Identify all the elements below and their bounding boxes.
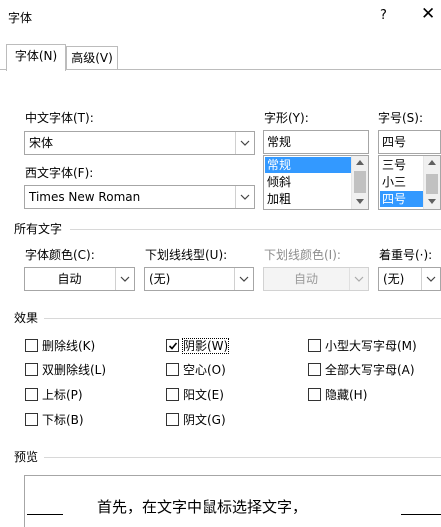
western-font-combo[interactable]: Times New Roman [24,185,255,209]
font-size-option[interactable]: 三号 [380,157,423,173]
section-divider [44,318,441,319]
chevron-down-icon[interactable] [235,186,254,208]
font-size-label: 字号(S): [378,111,424,125]
font-size-input[interactable]: 四号 [378,130,441,154]
scrollbar-thumb[interactable] [354,171,366,193]
outline-label[interactable]: 空心(O) [183,363,226,377]
font-style-scrollbar[interactable] [351,156,368,209]
underline-style-label: 下划线线型(U): [145,248,228,262]
font-color-value: 自动 [57,272,82,286]
underline-color-combo: 自动 [263,267,369,291]
all-text-section-title: 所有文字 [14,222,63,236]
emphasis-mark-combo[interactable]: (无) [378,267,441,291]
tab-advanced-label: 高级(V) [71,51,113,65]
tab-font[interactable]: 字体(N) [6,44,66,71]
section-divider [70,229,441,230]
emboss-checkbox[interactable] [166,388,179,401]
check-icon [168,342,178,350]
all-caps-checkbox[interactable] [308,363,321,376]
tab-font-label: 字体(N) [14,49,58,63]
underline-color-value: 自动 [293,272,318,286]
font-style-option[interactable]: 常规 [265,157,351,173]
western-font-label: 西文字体(F): [25,166,94,180]
preview-baseline-left [27,514,63,515]
preview-text: 首先，在文字中鼠标选择文字， [97,498,308,516]
emboss-label[interactable]: 阳文(E) [183,388,224,402]
help-button[interactable]: ? [380,8,387,23]
strikethrough-label[interactable]: 删除线(K) [42,339,95,353]
font-style-option[interactable]: 倾斜 [265,174,351,190]
shadow-checkbox[interactable] [166,339,179,352]
strikethrough-checkbox[interactable] [25,339,38,352]
chinese-font-value: 宋体 [29,136,54,150]
emphasis-mark-label: 着重号(·): [379,248,433,262]
font-style-option[interactable]: 加粗 [265,191,351,207]
western-font-value: Times New Roman [29,190,141,204]
hidden-checkbox[interactable] [308,388,321,401]
preview-box: 首先，在文字中鼠标选择文字， [24,475,441,527]
emphasis-mark-value: (无) [383,272,405,286]
scrollbar-thumb[interactable] [426,174,438,194]
chevron-down-icon[interactable] [421,268,440,290]
font-color-label: 字体颜色(C): [25,248,95,262]
scroll-up-icon[interactable] [424,156,440,170]
scroll-down-icon[interactable] [352,195,368,209]
tab-bar: 字体(N) 高级(V) [0,34,441,71]
chinese-font-label: 中文字体(T): [25,111,94,125]
chinese-font-combo[interactable]: 宋体 [24,131,255,155]
font-style-input[interactable]: 常规 [263,130,369,154]
all-caps-label[interactable]: 全部大写字母(A) [325,363,415,377]
shadow-label[interactable]: 阴影(W) [181,338,230,354]
chevron-down-icon[interactable] [234,268,253,290]
small-caps-checkbox[interactable] [308,339,321,352]
double-strikethrough-checkbox[interactable] [25,363,38,376]
font-size-option[interactable]: 四号 [380,191,423,207]
small-caps-label[interactable]: 小型大写字母(M) [325,339,417,353]
font-style-label: 字形(Y): [264,111,309,125]
superscript-label[interactable]: 上标(P) [42,388,83,402]
double-strikethrough-label[interactable]: 双删除线(L) [42,363,106,377]
engrave-label[interactable]: 阴文(G) [183,413,226,427]
superscript-checkbox[interactable] [25,388,38,401]
underline-color-label: 下划线颜色(I): [264,248,341,262]
subscript-checkbox[interactable] [25,413,38,426]
font-style-value: 常规 [267,135,292,149]
subscript-label[interactable]: 下标(B) [42,413,84,427]
preview-baseline-right [401,514,441,515]
font-size-value: 四号 [382,135,407,149]
section-divider [44,457,441,458]
effects-section-title: 效果 [14,311,39,325]
chevron-down-icon[interactable] [115,268,134,290]
engrave-checkbox[interactable] [166,413,179,426]
title-bar: 字体 ? ✕ [0,0,441,34]
font-size-list[interactable]: 三号 小三 四号 [378,155,441,210]
font-size-option[interactable]: 小三 [380,174,423,190]
hidden-label[interactable]: 隐藏(H) [325,388,367,402]
chevron-down-icon[interactable] [235,132,254,154]
font-size-scrollbar[interactable] [423,156,440,209]
underline-style-combo[interactable]: (无) [144,267,254,291]
tab-advanced[interactable]: 高级(V) [66,46,118,70]
dialog-title: 字体 [8,11,33,25]
font-style-list[interactable]: 常规 倾斜 加粗 [263,155,369,210]
close-button[interactable]: ✕ [421,5,435,23]
preview-section-title: 预览 [14,450,39,464]
chevron-down-icon [349,268,368,290]
outline-checkbox[interactable] [166,363,179,376]
scroll-up-icon[interactable] [352,156,368,170]
underline-style-value: (无) [149,272,171,286]
font-tab-panel: 中文字体(T): 宋体 西文字体(F): Times New Roman 字形(… [0,70,441,527]
font-color-combo[interactable]: 自动 [24,267,135,291]
scroll-down-icon[interactable] [424,195,440,209]
